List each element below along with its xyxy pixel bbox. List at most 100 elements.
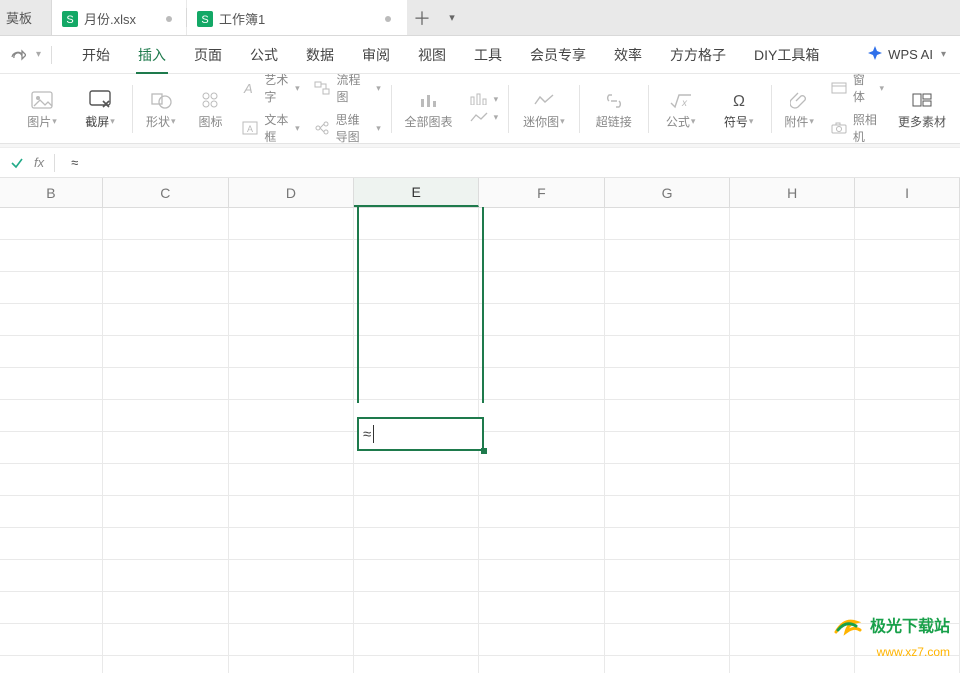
cell[interactable] bbox=[229, 624, 355, 655]
cell[interactable] bbox=[103, 560, 229, 591]
table-row[interactable] bbox=[0, 592, 960, 624]
cell[interactable] bbox=[730, 464, 855, 495]
cell[interactable] bbox=[479, 656, 605, 673]
table-row[interactable] bbox=[0, 624, 960, 656]
line-chart-button[interactable]: ▾ bbox=[470, 111, 499, 123]
cell[interactable] bbox=[479, 528, 605, 559]
cell[interactable] bbox=[354, 592, 479, 623]
cell[interactable] bbox=[855, 240, 960, 271]
all-charts-button[interactable]: 全部图表 bbox=[402, 78, 456, 138]
cell[interactable] bbox=[103, 464, 229, 495]
cell[interactable] bbox=[605, 528, 731, 559]
cell[interactable] bbox=[605, 656, 731, 673]
cell[interactable] bbox=[103, 656, 229, 673]
cell[interactable] bbox=[730, 528, 855, 559]
table-row[interactable] bbox=[0, 336, 960, 368]
cell[interactable] bbox=[229, 240, 355, 271]
cell[interactable] bbox=[855, 304, 960, 335]
cell[interactable] bbox=[229, 304, 355, 335]
insert-picture-button[interactable]: 图片▾ bbox=[20, 78, 64, 138]
cell[interactable] bbox=[229, 208, 355, 239]
cell[interactable] bbox=[730, 272, 855, 303]
cell[interactable] bbox=[354, 272, 479, 303]
cell[interactable] bbox=[103, 432, 229, 463]
col-header-b[interactable]: B bbox=[0, 178, 103, 207]
cell[interactable] bbox=[103, 528, 229, 559]
workbook-tab-2[interactable]: S 工作簿1 bbox=[187, 0, 407, 35]
flowchart-button[interactable]: 流程图▾ bbox=[314, 74, 381, 105]
cell[interactable] bbox=[605, 496, 731, 527]
menu-review[interactable]: 审阅 bbox=[348, 36, 404, 74]
col-header-h[interactable]: H bbox=[730, 178, 855, 207]
cell[interactable] bbox=[0, 624, 103, 655]
dropdown-icon[interactable]: ▾ bbox=[36, 49, 41, 60]
menu-page[interactable]: 页面 bbox=[180, 36, 236, 74]
table-row[interactable] bbox=[0, 656, 960, 673]
cell[interactable] bbox=[855, 272, 960, 303]
menu-data[interactable]: 数据 bbox=[292, 36, 348, 74]
cell[interactable] bbox=[855, 560, 960, 591]
cell[interactable] bbox=[605, 272, 731, 303]
cell[interactable] bbox=[229, 528, 355, 559]
workbook-tab-partial[interactable]: 莫板 bbox=[0, 0, 52, 35]
cell[interactable] bbox=[855, 400, 960, 431]
window-form-button[interactable]: 窗体▾ bbox=[831, 74, 884, 105]
cell[interactable] bbox=[479, 272, 605, 303]
cell[interactable] bbox=[605, 208, 731, 239]
fill-handle[interactable] bbox=[481, 448, 487, 454]
cell[interactable] bbox=[0, 400, 103, 431]
cell[interactable] bbox=[354, 656, 479, 673]
cell[interactable] bbox=[229, 336, 355, 367]
col-header-g[interactable]: G bbox=[605, 178, 731, 207]
table-row[interactable] bbox=[0, 464, 960, 496]
tab-menu-button[interactable]: ▾ bbox=[437, 0, 467, 35]
cell[interactable] bbox=[229, 496, 355, 527]
cell[interactable] bbox=[479, 240, 605, 271]
menu-view[interactable]: 视图 bbox=[404, 36, 460, 74]
col-header-c[interactable]: C bbox=[103, 178, 229, 207]
cell[interactable] bbox=[0, 272, 103, 303]
more-assets-button[interactable]: 更多素材 bbox=[898, 78, 946, 138]
redo-icon[interactable] bbox=[8, 48, 26, 62]
table-row[interactable] bbox=[0, 528, 960, 560]
col-header-e[interactable]: E bbox=[354, 178, 479, 207]
cell[interactable] bbox=[730, 240, 855, 271]
cell[interactable] bbox=[0, 368, 103, 399]
sparkline-button[interactable]: 迷你图▾ bbox=[519, 78, 569, 138]
cell[interactable] bbox=[855, 336, 960, 367]
cell[interactable] bbox=[479, 464, 605, 495]
cell[interactable] bbox=[730, 432, 855, 463]
cell[interactable] bbox=[605, 336, 731, 367]
table-row[interactable] bbox=[0, 368, 960, 400]
camera-button[interactable]: 照相机 bbox=[831, 111, 884, 144]
cell[interactable] bbox=[479, 336, 605, 367]
textbox-button[interactable]: A 文本框▾ bbox=[242, 111, 299, 144]
cell[interactable] bbox=[0, 336, 103, 367]
cell[interactable] bbox=[0, 528, 103, 559]
cell[interactable] bbox=[354, 528, 479, 559]
cell[interactable] bbox=[0, 464, 103, 495]
cell[interactable] bbox=[730, 304, 855, 335]
cell[interactable] bbox=[605, 624, 731, 655]
confirm-edit-icon[interactable] bbox=[10, 156, 24, 170]
cell[interactable] bbox=[229, 656, 355, 673]
table-row[interactable] bbox=[0, 240, 960, 272]
cell[interactable] bbox=[229, 432, 355, 463]
col-header-d[interactable]: D bbox=[229, 178, 355, 207]
cell[interactable] bbox=[479, 560, 605, 591]
menu-ffgz[interactable]: 方方格子 bbox=[656, 36, 740, 74]
cell[interactable] bbox=[103, 336, 229, 367]
icons-button[interactable]: 图标 bbox=[193, 78, 229, 138]
cell[interactable] bbox=[0, 208, 103, 239]
cell[interactable] bbox=[605, 304, 731, 335]
menu-member[interactable]: 会员专享 bbox=[516, 36, 600, 74]
cell[interactable] bbox=[0, 432, 103, 463]
cell[interactable] bbox=[730, 496, 855, 527]
cell[interactable] bbox=[855, 432, 960, 463]
cell[interactable] bbox=[0, 496, 103, 527]
col-header-i[interactable]: I bbox=[855, 178, 960, 207]
table-row[interactable] bbox=[0, 208, 960, 240]
wps-ai-button[interactable]: WPS AI ▾ bbox=[862, 46, 952, 63]
cell[interactable] bbox=[479, 368, 605, 399]
cell[interactable] bbox=[229, 560, 355, 591]
